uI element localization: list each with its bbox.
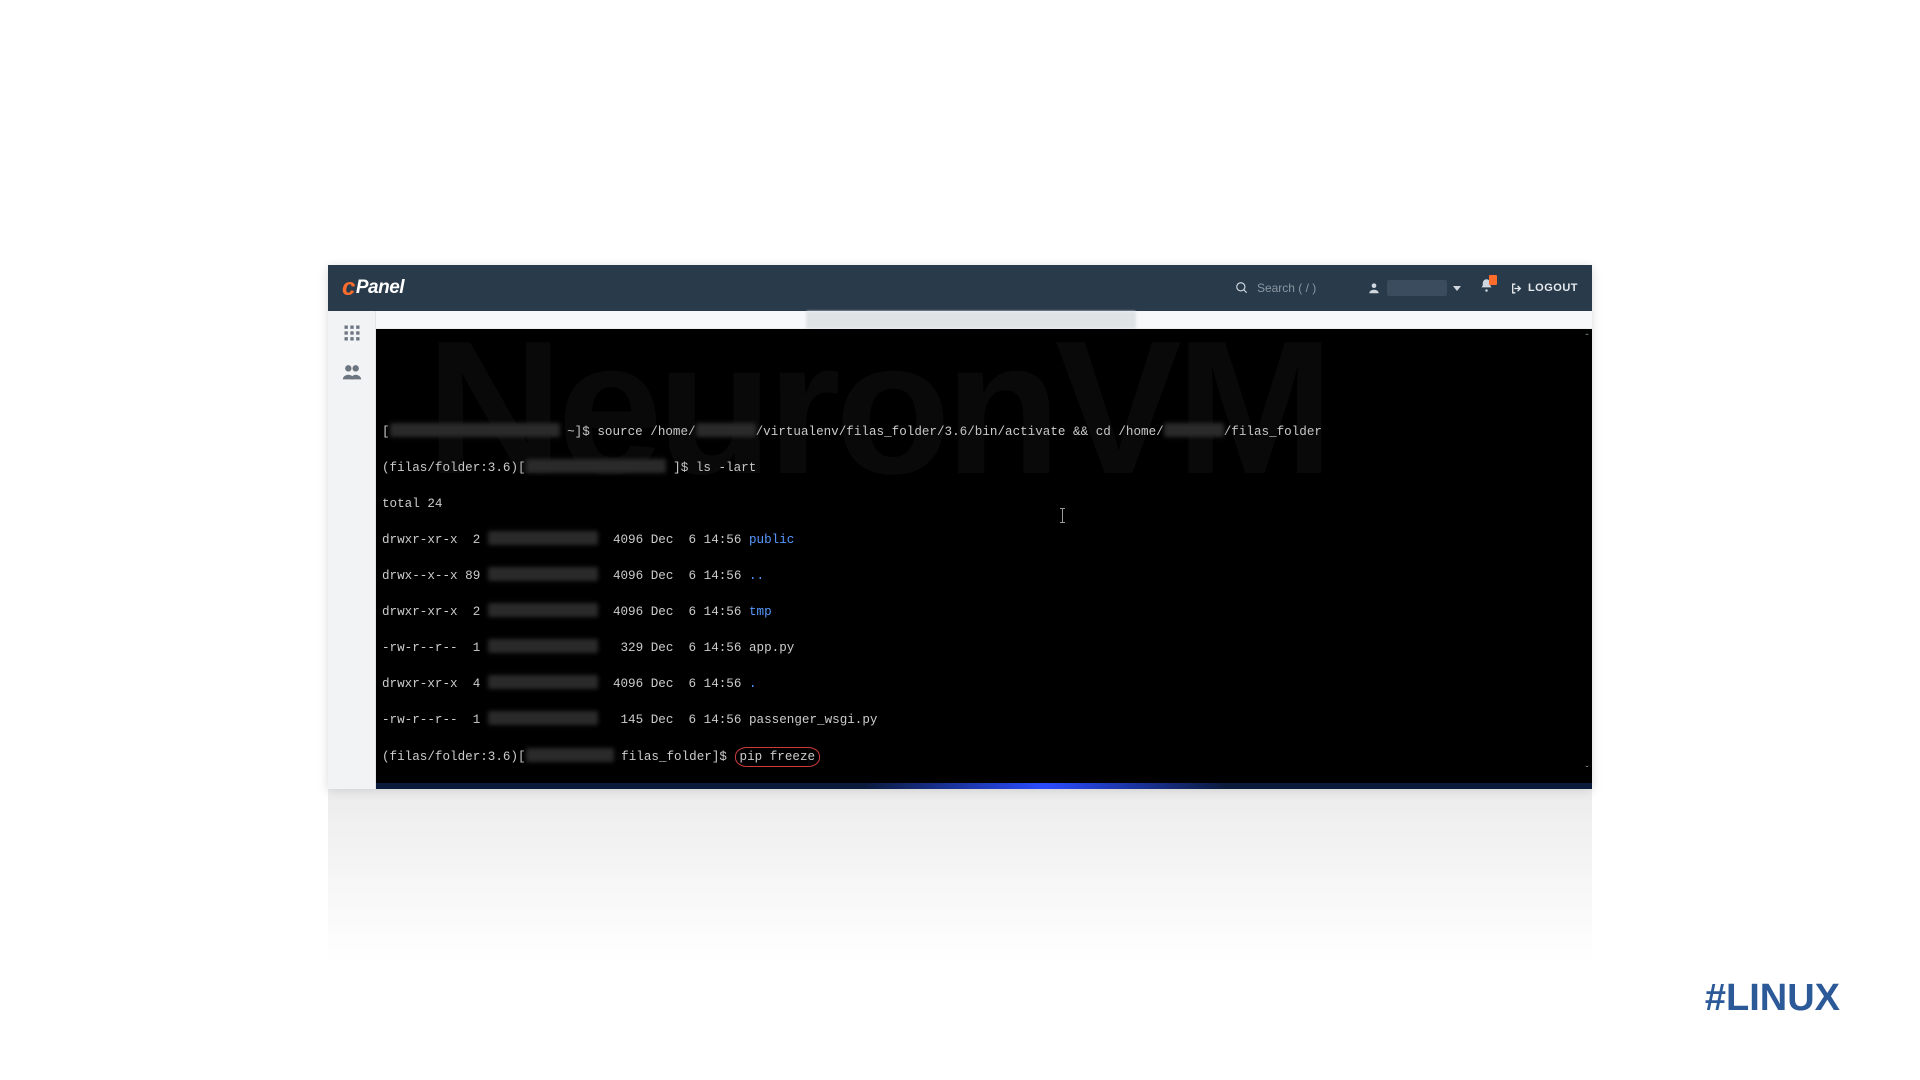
logout-label: LOGOUT bbox=[1528, 282, 1578, 294]
breadcrumb-strip bbox=[376, 311, 1592, 329]
chevron-down-icon bbox=[1453, 286, 1461, 291]
terminal[interactable]: NeuronVM ˆ ˇ [ ~]$ source /home//virtual… bbox=[376, 329, 1592, 783]
title-redacted bbox=[806, 311, 1136, 329]
search-input[interactable] bbox=[1257, 281, 1347, 295]
bottom-glow bbox=[376, 783, 1592, 789]
watermark: NeuronVM bbox=[426, 399, 1582, 417]
scroll-down-icon[interactable]: ˇ bbox=[1584, 763, 1590, 781]
brand-accent: c bbox=[342, 274, 355, 302]
notifications-button[interactable] bbox=[1479, 278, 1494, 298]
scroll-up-icon[interactable]: ˆ bbox=[1584, 331, 1590, 349]
brand-logo[interactable]: cPanel bbox=[342, 274, 404, 302]
highlighted-command: pip freeze bbox=[735, 747, 821, 767]
users-icon[interactable] bbox=[341, 362, 363, 387]
hashtag-label: #LINUX bbox=[1705, 977, 1840, 1020]
app-window: cPanel LOGOUT bbox=[328, 265, 1592, 789]
notification-badge bbox=[1489, 275, 1497, 285]
apps-grid-icon[interactable] bbox=[342, 323, 362, 348]
main-area: NeuronVM ˆ ˇ [ ~]$ source /home//virtual… bbox=[376, 311, 1592, 789]
user-icon bbox=[1367, 281, 1381, 295]
brand-name: Panel bbox=[356, 277, 404, 299]
header-bar: cPanel LOGOUT bbox=[328, 265, 1592, 311]
text-cursor-icon bbox=[1062, 508, 1063, 523]
search-icon bbox=[1235, 281, 1249, 295]
logout-button[interactable]: LOGOUT bbox=[1510, 282, 1578, 295]
user-menu[interactable] bbox=[1367, 280, 1461, 296]
reflection bbox=[328, 789, 1592, 1009]
user-name-redacted bbox=[1387, 280, 1447, 296]
search-box[interactable] bbox=[1235, 281, 1347, 295]
sidebar bbox=[328, 311, 376, 789]
